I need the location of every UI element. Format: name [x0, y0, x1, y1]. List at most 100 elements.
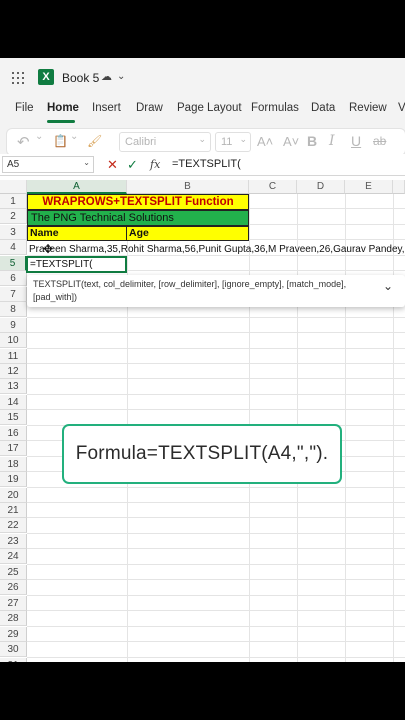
tooltip-signature-line2: [pad_with])	[33, 292, 78, 302]
row-header-26[interactable]: 26	[0, 580, 27, 596]
row-header-10[interactable]: 10	[0, 333, 27, 349]
undo-chevron-icon[interactable]: ⌄	[35, 131, 43, 142]
column-header-a[interactable]: A	[27, 180, 127, 194]
tab-review[interactable]: Review	[349, 102, 387, 114]
row-header-16[interactable]: 16	[0, 425, 27, 441]
italic-button[interactable]: I	[329, 133, 335, 149]
row-header-30[interactable]: 30	[0, 642, 27, 658]
font-size-value: 11	[221, 136, 233, 148]
grid-line	[27, 362, 405, 364]
font-size-select[interactable]: 11 ⌄	[215, 132, 251, 152]
tab-view[interactable]: V	[398, 102, 405, 114]
column-header-b[interactable]: B	[127, 180, 249, 194]
tab-draw[interactable]: Draw	[136, 102, 163, 114]
row-header-14[interactable]: 14	[0, 394, 27, 410]
grid-line	[27, 486, 405, 488]
cell-a4-data[interactable]: Praveen Sharma,35,Rohit Sharma,56,Punit …	[27, 242, 405, 257]
grid-line	[27, 594, 405, 596]
grid-line	[27, 641, 405, 643]
paste-chevron-icon[interactable]: ⌄	[70, 131, 78, 142]
formula-input[interactable]: =TEXTSPLIT(	[172, 158, 241, 170]
row-header-20[interactable]: 20	[0, 487, 27, 503]
cell-a3-name-header[interactable]: Name	[27, 226, 127, 241]
row-header-3[interactable]: 3	[0, 224, 27, 240]
row-header-1[interactable]: 1	[0, 194, 27, 209]
excel-window: X Book 5 ☁ ⌄ File Home Insert Draw Page …	[0, 58, 405, 662]
row-header-15[interactable]: 15	[0, 410, 27, 426]
grid-line	[27, 393, 405, 395]
row-header-22[interactable]: 22	[0, 518, 27, 534]
waffle-icon[interactable]	[12, 72, 24, 84]
chevron-down-icon[interactable]: ⌄	[117, 71, 125, 82]
paste-icon[interactable]: 📋	[53, 134, 68, 148]
tab-data[interactable]: Data	[311, 102, 335, 114]
function-signature-tooltip[interactable]: TEXTSPLIT(text, col_delimiter, [row_deli…	[27, 275, 405, 307]
ribbon-tabs: File Home Insert Draw Page Layout Formul…	[0, 98, 405, 124]
row-header-27[interactable]: 27	[0, 595, 27, 611]
toolbar-pill: ↶ ⌄ 📋 ⌄ 🖌 Calibri ⌄ 11 ⌄ A˄ A˅ B I U ab	[6, 128, 405, 156]
row-header-17[interactable]: 17	[0, 441, 27, 457]
row-header-7[interactable]: 7	[0, 286, 27, 302]
row-header-18[interactable]: 18	[0, 456, 27, 472]
row-header-11[interactable]: 11	[0, 348, 27, 364]
row-header-4[interactable]: 4	[0, 240, 27, 256]
row-header-12[interactable]: 12	[0, 363, 27, 379]
excel-logo-icon: X	[38, 69, 54, 85]
row-header-13[interactable]: 13	[0, 379, 27, 395]
strikethrough-button[interactable]: ab	[373, 134, 386, 148]
tab-file[interactable]: File	[15, 102, 34, 114]
grid-line	[27, 409, 405, 411]
font-name-select[interactable]: Calibri ⌄	[119, 132, 211, 152]
title-bar: X Book 5 ☁ ⌄	[0, 58, 405, 98]
enter-icon[interactable]: ✓	[127, 157, 138, 173]
name-box[interactable]: A5 ⌄	[2, 156, 94, 173]
cell-a1-title[interactable]: WRAPROWS+TEXTSPLIT Function	[27, 194, 249, 210]
name-box-chevron-icon[interactable]: ⌄	[83, 158, 90, 167]
row-header-5[interactable]: 5	[0, 255, 27, 271]
cancel-icon[interactable]: ✕	[107, 157, 118, 173]
row-header-6[interactable]: 6	[0, 271, 27, 287]
document-name[interactable]: Book 5	[62, 71, 99, 85]
row-header-25[interactable]: 25	[0, 564, 27, 580]
tab-home[interactable]: Home	[47, 102, 79, 114]
column-header-c[interactable]: C	[249, 180, 297, 194]
row-header-9[interactable]: 9	[0, 317, 27, 333]
cell-a5-active[interactable]: =TEXTSPLIT(	[26, 256, 127, 273]
grid-line	[27, 610, 405, 612]
column-header-f[interactable]	[393, 180, 405, 194]
decrease-font-icon[interactable]: A˅	[283, 134, 299, 149]
row-header-8[interactable]: 8	[0, 302, 27, 318]
grid-line	[27, 517, 405, 519]
grid-line	[27, 347, 405, 349]
font-name-value: Calibri	[125, 136, 157, 148]
cell-b3-age-header[interactable]: Age	[126, 226, 249, 241]
row-header-31[interactable]: 31	[0, 657, 27, 662]
row-header-24[interactable]: 24	[0, 549, 27, 565]
tooltip-chevron-icon[interactable]: ⌄	[383, 280, 393, 293]
increase-font-icon[interactable]: A˄	[257, 134, 273, 149]
size-chevron-icon: ⌄	[239, 134, 247, 144]
cursor-icon: ✥	[43, 242, 54, 256]
column-header-e[interactable]: E	[345, 180, 393, 194]
underline-button[interactable]: U	[351, 133, 361, 149]
grid-line	[27, 625, 405, 627]
fx-icon[interactable]: fx	[150, 158, 160, 171]
select-all-corner[interactable]	[0, 180, 27, 194]
row-header-19[interactable]: 19	[0, 472, 27, 488]
spreadsheet-grid: A B C D E 1 2 3 4 5 6 7 8 9 10 11 12 13 14 15 16 17 18 19 2…	[0, 180, 405, 662]
grid-line	[27, 656, 405, 658]
bold-button[interactable]: B	[307, 133, 317, 149]
row-header-21[interactable]: 21	[0, 503, 27, 518]
grid-line	[345, 194, 346, 662]
format-painter-icon[interactable]: 🖌	[87, 134, 102, 148]
row-header-2[interactable]: 2	[0, 209, 27, 225]
column-header-d[interactable]: D	[297, 180, 345, 194]
undo-icon[interactable]: ↶	[17, 133, 30, 151]
tab-page-layout[interactable]: Page Layout	[177, 102, 242, 114]
row-header-29[interactable]: 29	[0, 626, 27, 642]
row-header-28[interactable]: 28	[0, 611, 27, 627]
tab-insert[interactable]: Insert	[92, 102, 121, 114]
row-header-23[interactable]: 23	[0, 533, 27, 549]
cell-a2-subtitle[interactable]: The PNG Technical Solutions	[27, 210, 249, 226]
tab-formulas[interactable]: Formulas	[251, 102, 299, 114]
